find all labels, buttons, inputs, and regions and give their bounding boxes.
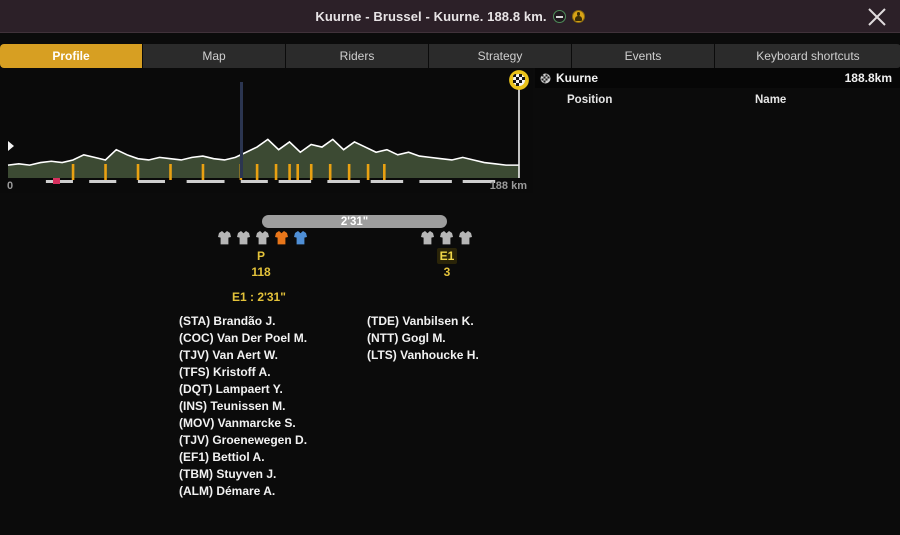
rider-list-item[interactable]: (MOV) Vanmarcke S. [179,415,307,432]
front-group-count: 118 [251,265,271,279]
front-group-rider-list: (STA) Brandão J. (COC) Van Der Poel M. (TJ… [179,313,307,500]
close-button[interactable] [854,0,900,33]
rider-list-item[interactable]: (INS) Teunissen M. [179,398,307,415]
gap-bar-label: 2'31" [340,215,369,228]
elevation-profile-svg [0,68,533,193]
tab-riders-label: Riders [339,49,375,63]
tab-profile[interactable]: Profile [0,44,143,68]
rider-icon [571,10,585,23]
front-group-info[interactable]: P 118 [226,248,296,280]
tab-bar: Profile Map Riders Strategy Events Keybo… [0,44,900,68]
tab-keyboard-shortcuts[interactable]: Keyboard shortcuts [715,44,900,68]
tab-strategy[interactable]: Strategy [429,44,572,68]
jersey-icon [275,231,288,245]
back-group-info[interactable]: E1 3 [412,248,482,280]
window-title: Kuurne - Brussel - Kuurne. 188.8 km. [0,0,900,33]
title-bar: Kuurne - Brussel - Kuurne. 188.8 km. [0,0,900,33]
rider-list-item[interactable]: (NTT) Gogl M. [367,330,479,347]
column-header-position: Position [567,94,613,106]
rider-list-item[interactable]: (ALM) Démare A. [179,483,307,500]
jersey-icon [237,231,250,245]
jersey-icon [459,231,472,245]
gap-note: E1 : 2'31" [232,290,286,304]
location-header: Kuurne 188.8km [535,68,900,88]
back-group-count: 3 [443,265,451,279]
tab-map[interactable]: Map [143,44,286,68]
window-title-text: Kuurne - Brussel - Kuurne. 188.8 km. [315,9,547,24]
location-distance: 188.8km [844,71,892,85]
rider-sprite-marker [53,178,60,184]
location-info-panel: Kuurne 188.8km Position Name [535,68,900,116]
race-profile-window: Kuurne - Brussel - Kuurne. 188.8 km. Pro… [0,0,900,535]
front-group-jerseys[interactable] [218,230,307,245]
gap-bar[interactable]: 2'31" [262,215,447,228]
jersey-icon [421,231,434,245]
back-group-rider-list: (TDE) Vanbilsen K. (NTT) Gogl M. (LTS) Van… [367,313,479,364]
finish-pole [518,82,520,178]
finish-flag-icon [540,73,551,83]
rider-list-item[interactable]: (TJV) Van Aert W. [179,347,307,364]
column-header-name: Name [755,94,787,106]
profile-start-label: 0 [7,180,14,192]
location-name: Kuurne [556,71,598,85]
jersey-icon [256,231,269,245]
elevation-profile-chart[interactable]: 0 188 km [0,68,533,193]
rider-list-item[interactable]: (TJV) Groenewegen D. [179,432,307,449]
rider-list-item[interactable]: (TFS) Kristoff A. [179,364,307,381]
rider-list-item[interactable]: (DQT) Lampaert Y. [179,381,307,398]
rider-list-item[interactable]: (TDE) Vanbilsen K. [367,313,479,330]
results-column-headers: Position Name [535,94,900,110]
tab-map-label: Map [202,49,226,63]
rider-list-item[interactable]: (EF1) Bettiol A. [179,449,307,466]
rider-list-item[interactable]: (LTS) Vanhoucke H. [367,347,479,364]
tab-profile-label: Profile [52,49,90,63]
flat-terrain-icon [552,10,566,23]
tab-events[interactable]: Events [572,44,715,68]
front-group-code: P [256,249,265,263]
tab-keyboard-shortcuts-label: Keyboard shortcuts [756,49,860,63]
tab-events-label: Events [624,49,662,63]
back-group-code: E1 [436,248,458,264]
jersey-icon [218,231,231,245]
back-group-jerseys[interactable] [421,230,472,245]
tab-riders[interactable]: Riders [286,44,429,68]
rider-list-item[interactable]: (COC) Van Der Poel M. [179,330,307,347]
profile-end-label: 188 km [489,180,527,192]
rider-list-item[interactable]: (STA) Brandão J. [179,313,307,330]
tab-strategy-label: Strategy [477,49,523,63]
current-position-marker [240,82,243,178]
jersey-icon [294,231,307,245]
rider-list-item[interactable]: (TBM) Stuyven J. [179,466,307,483]
jersey-icon [440,231,453,245]
